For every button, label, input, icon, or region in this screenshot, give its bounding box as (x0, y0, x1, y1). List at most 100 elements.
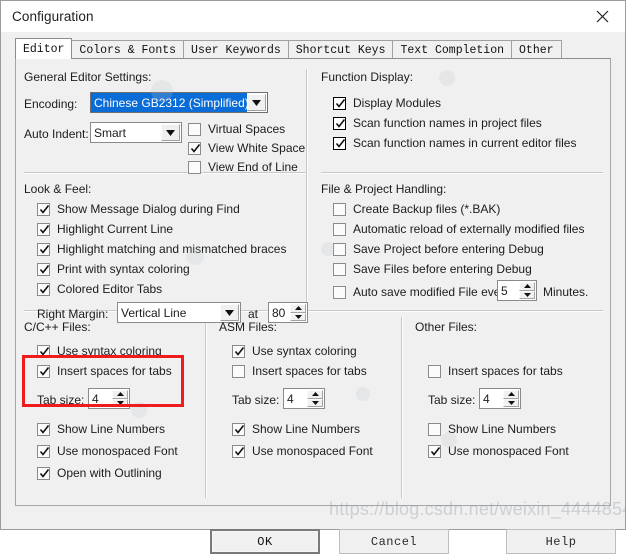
checkbox-scan-current-editor-files[interactable]: Scan function names in current editor fi… (333, 136, 576, 150)
help-button[interactable]: Help (506, 529, 616, 554)
checkbox-label: Use monospaced Font (448, 444, 569, 458)
checkbox-other-insert-spaces-for-tabs[interactable]: Insert spaces for tabs (428, 364, 563, 378)
checkbox-c-open-with-outlining[interactable]: Open with Outlining (37, 466, 162, 480)
close-icon[interactable] (580, 1, 625, 31)
other-files-label: Other Files: (415, 320, 478, 334)
checkbox-other-show-line-numbers[interactable]: Show Line Numbers (428, 422, 556, 436)
c-tab-size-label: Tab size: (37, 393, 85, 407)
stepper-down-icon[interactable] (503, 398, 519, 407)
other-tab-size-stepper[interactable]: 4 (479, 388, 521, 409)
stepper-down-icon[interactable] (290, 312, 306, 321)
checkbox-view-white-space[interactable]: View White Space (188, 141, 305, 155)
checkbox-save-project-before-debug[interactable]: Save Project before entering Debug (333, 242, 544, 256)
checkbox-box (232, 344, 245, 358)
checkbox-label: View White Space (208, 141, 306, 155)
stepper-up-icon[interactable] (290, 304, 306, 313)
checkbox-box (37, 222, 50, 236)
checkbox-box (37, 444, 50, 458)
checkbox-box (37, 466, 50, 480)
checkbox-box (37, 422, 50, 436)
checkbox-box (188, 160, 201, 174)
checkbox-display-modules[interactable]: Display Modules (333, 96, 441, 110)
tab-label: Colors & Fonts (79, 44, 177, 57)
checkbox-label: Auto save modified File every (353, 285, 511, 299)
asm-tab-size-stepper[interactable]: 4 (283, 388, 325, 409)
stepper-down-icon[interactable] (112, 398, 128, 407)
checkbox-label: Save Project before entering Debug (353, 242, 544, 256)
stepper-buttons (112, 390, 128, 407)
checkbox-c-use-syntax-coloring[interactable]: Use syntax coloring (37, 344, 162, 358)
other-tab-size-label: Tab size: (428, 393, 476, 407)
checkbox-highlight-current-line[interactable]: Highlight Current Line (37, 222, 173, 236)
chevron-down-icon[interactable] (247, 94, 266, 111)
checkbox-view-end-of-line[interactable]: View End of Line (188, 160, 298, 174)
checkbox-box (333, 242, 346, 256)
chevron-down-icon[interactable] (220, 304, 239, 321)
stepper-up-icon[interactable] (307, 390, 323, 399)
stepper-down-icon[interactable] (307, 398, 323, 407)
checkbox-box (428, 422, 441, 436)
checkbox-automatic-reload[interactable]: Automatic reload of externally modified … (333, 222, 584, 236)
stepper-up-icon[interactable] (519, 282, 535, 291)
checkbox-auto-save-modified-file[interactable]: Auto save modified File every (333, 285, 510, 299)
auto-save-interval-value: 5 (501, 283, 508, 298)
checkbox-label: Colored Editor Tabs (57, 282, 163, 296)
tab-text-completion[interactable]: Text Completion (392, 40, 513, 59)
checkbox-asm-use-monospaced-font[interactable]: Use monospaced Font (232, 444, 373, 458)
cancel-button-label: Cancel (370, 534, 418, 549)
checkbox-asm-use-syntax-coloring[interactable]: Use syntax coloring (232, 344, 357, 358)
c-tab-size-stepper[interactable]: 4 (88, 388, 130, 409)
stepper-up-icon[interactable] (503, 390, 519, 399)
checkbox-label: Show Message Dialog during Find (57, 202, 240, 216)
title-bar: Configuration (1, 1, 625, 32)
checkbox-c-use-monospaced-font[interactable]: Use monospaced Font (37, 444, 178, 458)
checkbox-asm-insert-spaces-for-tabs[interactable]: Insert spaces for tabs (232, 364, 367, 378)
tab-user-keywords[interactable]: User Keywords (183, 40, 289, 59)
tab-editor[interactable]: Editor (15, 38, 73, 59)
checkbox-other-use-monospaced-font[interactable]: Use monospaced Font (428, 444, 569, 458)
checkbox-asm-show-line-numbers[interactable]: Show Line Numbers (232, 422, 360, 436)
checkbox-virtual-spaces[interactable]: Virtual Spaces (188, 122, 285, 136)
checkbox-scan-project-files[interactable]: Scan function names in project files (333, 116, 542, 130)
checkbox-box (188, 122, 201, 136)
tab-label: Text Completion (400, 44, 505, 57)
checkbox-c-insert-spaces-for-tabs[interactable]: Insert spaces for tabs (37, 364, 172, 378)
ok-button[interactable]: OK (210, 529, 320, 554)
auto-save-interval-stepper[interactable]: 5 (497, 280, 537, 301)
stepper-up-icon[interactable] (112, 390, 128, 399)
checkbox-label: Scan function names in project files (353, 116, 542, 130)
asm-tab-size-label: Tab size: (232, 393, 280, 407)
checkbox-print-with-syntax-coloring[interactable]: Print with syntax coloring (37, 262, 190, 276)
checkbox-highlight-braces[interactable]: Highlight matching and mismatched braces (37, 242, 286, 256)
checkbox-box (37, 202, 50, 216)
c-tab-size-value: 4 (92, 391, 99, 406)
chevron-down-icon[interactable] (161, 124, 180, 141)
checkbox-show-message-dialog-during-find[interactable]: Show Message Dialog during Find (37, 202, 240, 216)
checkbox-box (232, 444, 245, 458)
tab-shortcut-keys[interactable]: Shortcut Keys (287, 40, 394, 59)
stepper-down-icon[interactable] (519, 290, 535, 299)
tab-other[interactable]: Other (511, 40, 562, 59)
auto-indent-combobox[interactable]: Smart (90, 122, 182, 143)
checkbox-box (333, 136, 346, 150)
tab-label: Shortcut Keys (295, 44, 386, 57)
checkbox-create-backup-files[interactable]: Create Backup files (*.BAK) (333, 202, 500, 216)
checkbox-box (428, 444, 441, 458)
encoding-combobox[interactable]: Chinese GB2312 (Simplified) (90, 92, 268, 113)
auto-indent-label: Auto Indent: (24, 127, 89, 141)
cancel-button[interactable]: Cancel (339, 529, 449, 554)
checkbox-label: Display Modules (353, 96, 442, 110)
checkbox-save-files-before-debug[interactable]: Save Files before entering Debug (333, 262, 532, 276)
ok-button-label: OK (257, 534, 273, 549)
checkbox-colored-editor-tabs[interactable]: Colored Editor Tabs (37, 282, 162, 296)
look-and-feel-label: Look & Feel: (24, 182, 92, 196)
tab-colors-and-fonts[interactable]: Colors & Fonts (71, 40, 185, 59)
checkbox-label: Show Line Numbers (57, 422, 166, 436)
dialog-client-area: Editor Colors & Fonts User Keywords Shor… (1, 32, 625, 554)
divider (321, 172, 603, 174)
right-margin-value: Vertical Line (121, 305, 187, 320)
stepper-buttons (290, 304, 306, 321)
divider (205, 317, 207, 498)
tab-strip: Editor Colors & Fonts User Keywords Shor… (15, 38, 562, 59)
checkbox-c-show-line-numbers[interactable]: Show Line Numbers (37, 422, 165, 436)
